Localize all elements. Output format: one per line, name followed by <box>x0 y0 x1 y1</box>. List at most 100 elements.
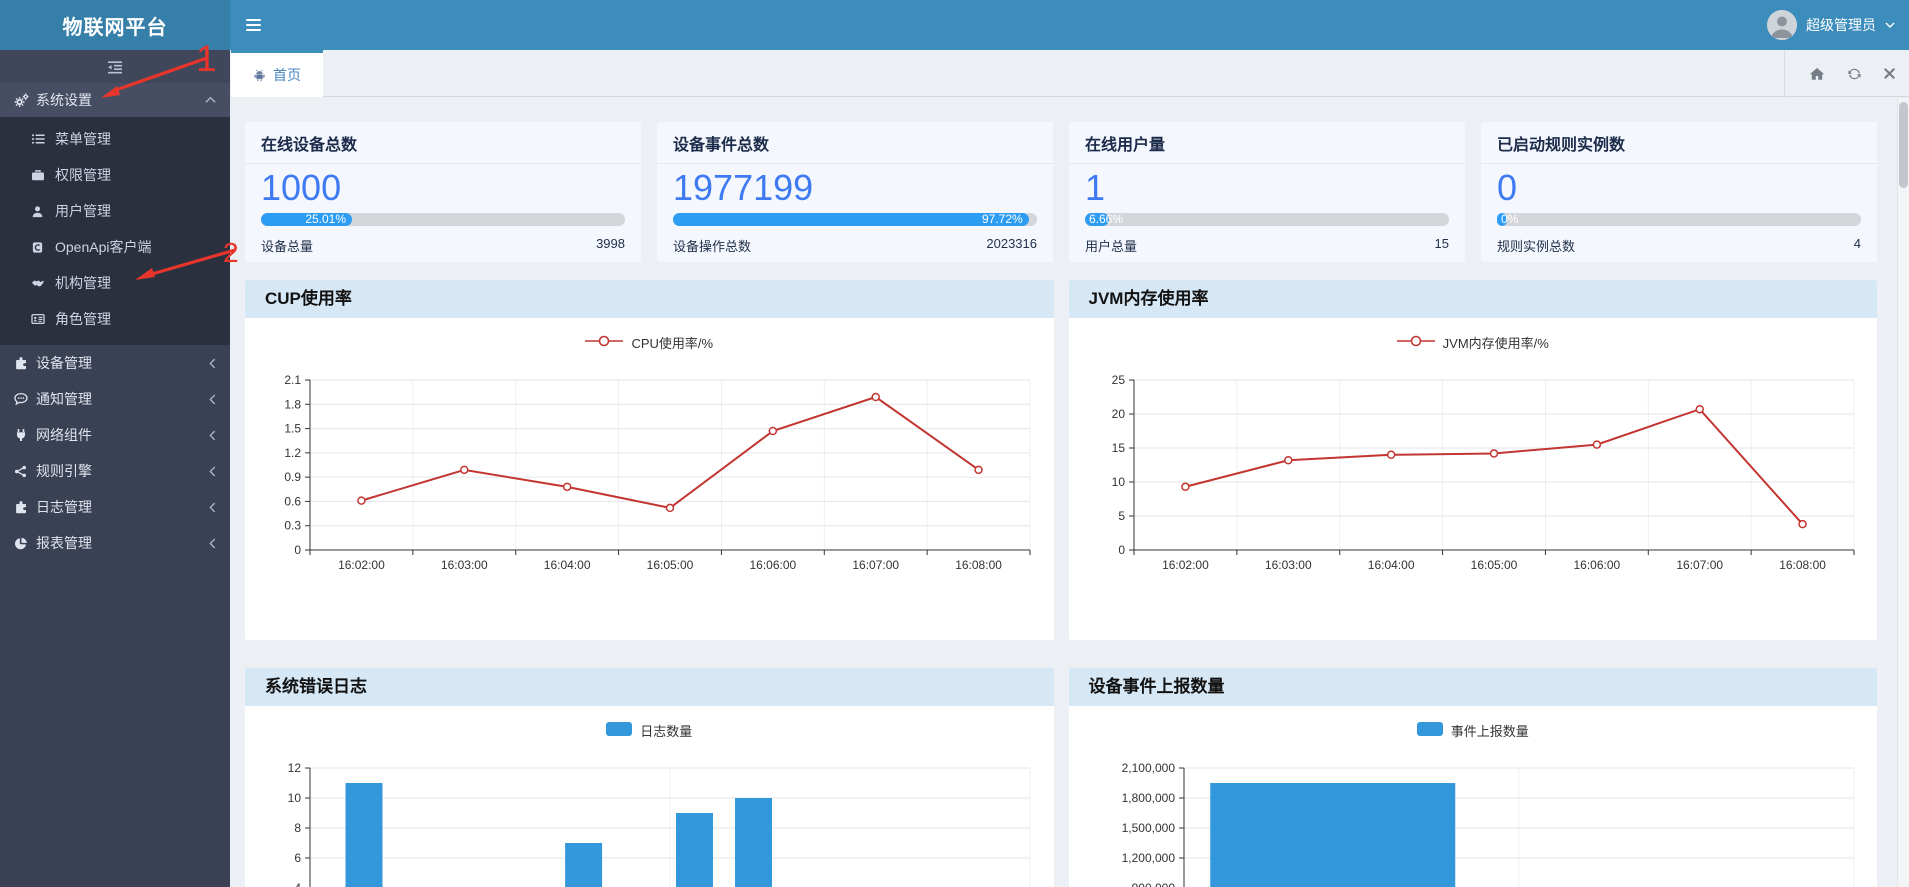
app-logo[interactable]: 物联网平台 <box>0 0 230 50</box>
svg-text:10: 10 <box>1111 475 1125 489</box>
top-navbar: 超级管理员 <box>230 0 1909 50</box>
stat-footer-value: 4 <box>1854 236 1861 255</box>
chevron-left-icon <box>209 502 216 513</box>
svg-text:900,000: 900,000 <box>1131 881 1175 887</box>
progress-bar: 97.72% <box>673 213 1037 226</box>
stat-value: 0 <box>1481 164 1877 208</box>
legend-bar-marker <box>606 722 632 739</box>
sidebar-item-label: OpenApi客户端 <box>55 237 151 257</box>
jvm-memory-chart-card: JVM内存使用率 JVM内存使用率/% 051015202516:02:0016… <box>1069 280 1878 640</box>
chevron-left-icon <box>209 466 216 477</box>
tab-controls <box>1784 50 1895 97</box>
user-icon <box>31 205 55 218</box>
outdent-icon <box>107 60 123 74</box>
sidebar-collapse-button[interactable] <box>230 0 276 50</box>
svg-text:16:04:00: 16:04:00 <box>544 558 591 572</box>
svg-text:1,500,000: 1,500,000 <box>1121 821 1175 835</box>
progress-bar: 6.66% <box>1085 213 1449 226</box>
sidebar-item-label: 权限管理 <box>55 165 111 185</box>
svg-text:16:07:00: 16:07:00 <box>1676 558 1723 572</box>
user-menu[interactable]: 超级管理员 <box>1767 0 1909 50</box>
system-settings-submenu: 菜单管理 权限管理 用户管理 OpenApi客户端 <box>0 117 230 345</box>
sidebar-item-notification-management[interactable]: 通知管理 <box>0 381 230 417</box>
sidebar-item-report-management[interactable]: 报表管理 <box>0 525 230 561</box>
stat-title: 在线用户量 <box>1069 122 1465 164</box>
sidebar-item-menu-management[interactable]: 菜单管理 <box>0 121 230 157</box>
close-icon[interactable] <box>1884 68 1895 79</box>
progress-label: 6.66% <box>1089 213 1123 226</box>
caret-down-icon <box>1885 22 1895 28</box>
stat-footer-label: 设备操作总数 <box>673 236 751 255</box>
svg-text:1,800,000: 1,800,000 <box>1121 791 1175 805</box>
refresh-button[interactable] <box>1847 67 1862 81</box>
sidebar-item-role-management[interactable]: 角色管理 <box>0 301 230 337</box>
chart-legend[interactable]: JVM内存使用率/% <box>1069 318 1878 352</box>
sidebar-item-log-management[interactable]: 日志管理 <box>0 489 230 525</box>
stat-title: 已启动规则实例数 <box>1481 122 1877 164</box>
sidebar-item-openapi-client[interactable]: OpenApi客户端 <box>0 229 230 265</box>
sidebar-item-label: 机构管理 <box>55 273 111 293</box>
chart-title: CUP使用率 <box>245 280 1054 318</box>
tab-home[interactable]: 首页 <box>231 50 323 97</box>
progress-label: 97.72% <box>982 213 1023 226</box>
sidebar-item-label: 角色管理 <box>55 309 111 329</box>
svg-text:5: 5 <box>1118 509 1125 523</box>
svg-text:0.9: 0.9 <box>284 470 301 484</box>
svg-text:2,100,000: 2,100,000 <box>1121 761 1175 775</box>
sidebar-item-network-components[interactable]: 网络组件 <box>0 417 230 453</box>
sidebar-item-label: 系统设置 <box>36 90 205 110</box>
sidebar-item-label: 网络组件 <box>36 425 209 445</box>
list-icon <box>31 132 55 146</box>
avatar <box>1767 10 1797 40</box>
sidebar-item-device-management[interactable]: 设备管理 <box>0 345 230 381</box>
sidebar-item-organization-management[interactable]: 机构管理 <box>0 265 230 301</box>
svg-text:12: 12 <box>288 761 302 775</box>
chevron-left-icon <box>209 430 216 441</box>
svg-text:0.3: 0.3 <box>284 519 301 533</box>
sidebar-item-label: 设备管理 <box>36 353 209 373</box>
progress-bar: 0% <box>1497 213 1861 226</box>
sidebar-item-rule-engine[interactable]: 规则引擎 <box>0 453 230 489</box>
svg-text:16:05:00: 16:05:00 <box>647 558 694 572</box>
stat-footer-value: 3998 <box>596 236 625 255</box>
bar-charts-row: 系统错误日志 日志数量 024681012 设备事件上报数量 <box>245 668 1877 887</box>
stat-value: 1977199 <box>657 164 1053 208</box>
sidebar-menu-toggle[interactable] <box>0 50 230 83</box>
stat-title: 在线设备总数 <box>245 122 641 164</box>
scrollbar-thumb[interactable] <box>1899 102 1908 188</box>
api-icon <box>31 241 55 254</box>
sidebar-item-system-settings[interactable]: 系统设置 <box>0 83 230 117</box>
system-error-log-bar-chart: 024681012 <box>255 740 1054 887</box>
svg-text:16:05:00: 16:05:00 <box>1470 558 1517 572</box>
sidebar-item-label: 通知管理 <box>36 389 209 409</box>
sidebar-item-user-management[interactable]: 用户管理 <box>0 193 230 229</box>
legend-line-marker <box>585 334 623 351</box>
sidebar-item-label: 日志管理 <box>36 497 209 517</box>
stat-title: 设备事件总数 <box>657 122 1053 164</box>
chart-legend[interactable]: 日志数量 <box>245 706 1054 740</box>
svg-text:1.8: 1.8 <box>284 397 301 411</box>
sidebar-item-permission-management[interactable]: 权限管理 <box>0 157 230 193</box>
svg-text:16:08:00: 16:08:00 <box>955 558 1002 572</box>
iot-platform-dashboard: 物联网平台 超级管理员 <box>0 0 1909 887</box>
sidebar-item-label: 用户管理 <box>55 201 111 221</box>
legend-line-marker <box>1397 334 1435 351</box>
box-icon <box>14 500 36 514</box>
system-error-log-chart-card: 系统错误日志 日志数量 024681012 <box>245 668 1054 887</box>
chart-title: 系统错误日志 <box>245 668 1054 706</box>
chart-legend[interactable]: 事件上报数量 <box>1069 706 1878 740</box>
progress-label: 25.01% <box>305 213 346 226</box>
hamburger-icon <box>246 16 261 34</box>
svg-text:16:07:00: 16:07:00 <box>852 558 899 572</box>
chart-legend[interactable]: CPU使用率/% <box>245 318 1054 352</box>
device-event-report-bar-chart: 0300,000600,000900,0001,200,0001,500,000… <box>1079 740 1878 887</box>
pie-chart-icon <box>14 537 36 550</box>
vertical-scrollbar[interactable] <box>1897 98 1909 887</box>
home-button[interactable] <box>1809 67 1825 81</box>
stat-footer-label: 规则实例总数 <box>1497 236 1575 255</box>
stat-footer-value: 2023316 <box>986 236 1037 255</box>
svg-text:16:03:00: 16:03:00 <box>1264 558 1311 572</box>
chart-title: 设备事件上报数量 <box>1069 668 1878 706</box>
svg-text:16:06:00: 16:06:00 <box>1573 558 1620 572</box>
svg-text:0: 0 <box>294 543 301 557</box>
